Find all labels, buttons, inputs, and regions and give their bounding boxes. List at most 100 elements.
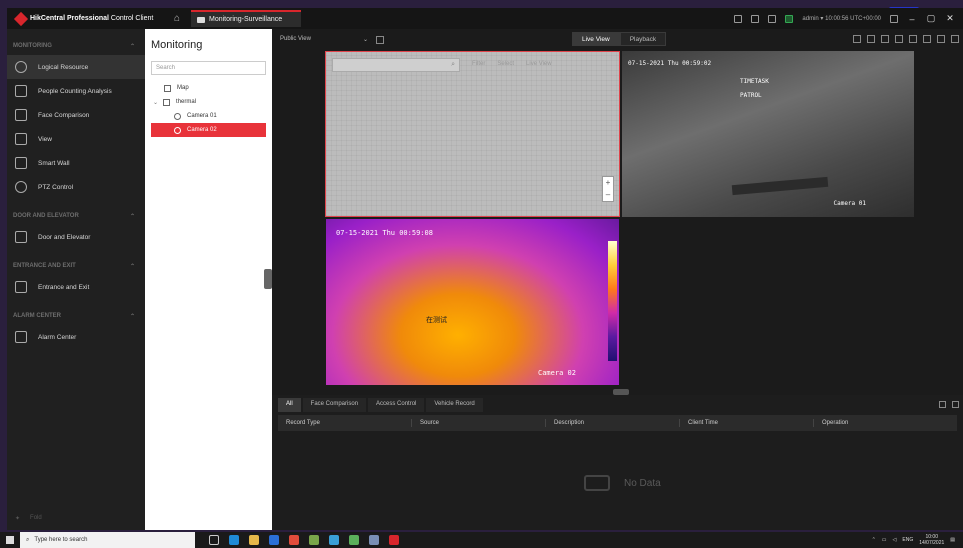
search-input[interactable]: Search (151, 61, 266, 75)
people-counting-icon (15, 85, 27, 97)
tab-monitoring-surveillance[interactable]: Monitoring-Surveillance (191, 10, 301, 27)
language-indicator[interactable]: ENG (902, 537, 913, 543)
camera-02-tile[interactable]: 07-15-2021 Thu 00:59:08 在测试 Camera 02 (326, 219, 619, 385)
bell-icon[interactable] (768, 14, 777, 23)
event-tab-face-comparison[interactable]: Face Comparison (302, 398, 367, 412)
notifications-icon[interactable]: ▤ (950, 537, 955, 543)
edge-icon[interactable] (229, 535, 239, 545)
column-client-time[interactable]: Client Time (680, 419, 814, 427)
column-description[interactable]: Description (546, 419, 680, 427)
layout-icon[interactable] (867, 35, 875, 43)
camera-02-timestamp: 07-15-2021 Thu 00:59:08 (336, 229, 433, 237)
nav-item-entrance-exit[interactable]: Entrance and Exit (7, 275, 145, 299)
chevron-up-icon: ⌃ (129, 313, 135, 320)
camera-02-overlay: 在测试 (426, 316, 447, 324)
sync-icon[interactable] (734, 14, 743, 23)
column-source[interactable]: Source (412, 419, 546, 427)
grid-icon[interactable] (923, 35, 931, 43)
nav-section-alarm-center[interactable]: ALARM CENTER ⌃ (7, 307, 145, 325)
maximize-button[interactable]: ▢ (926, 13, 936, 24)
nav-item-alarm-center[interactable]: Alarm Center (7, 325, 145, 349)
tree-item-thermal[interactable]: ⌄ thermal (145, 95, 272, 109)
pin-icon: ✦ (15, 516, 21, 522)
map-tile[interactable]: ⌕ Filter Select Live View + – (325, 51, 620, 217)
minimize-button[interactable]: – (907, 14, 917, 24)
settings-icon[interactable] (895, 35, 903, 43)
task-view-icon[interactable] (209, 535, 219, 545)
windows-taskbar: ⌕ Type here to search ⌃ ▭ ◁ ENG 10:00 14/0… (0, 532, 963, 548)
clock[interactable]: 10:00 14/07/2021 (919, 534, 944, 546)
event-tab-vehicle-record[interactable]: Vehicle Record (426, 398, 483, 412)
tab-live-view[interactable]: Live View (572, 32, 620, 46)
map-live-view-button[interactable]: Live View (526, 61, 552, 67)
edge-beta-icon[interactable] (329, 535, 339, 545)
nav-item-face-comparison[interactable]: Face Comparison (7, 103, 145, 127)
ie-icon[interactable] (269, 535, 279, 545)
status-icon[interactable] (785, 14, 794, 23)
network-icon[interactable]: ▭ (882, 537, 887, 543)
camera-01-name: Camera 01 (833, 200, 866, 207)
nav-item-smart-wall[interactable]: Smart Wall (7, 151, 145, 175)
nav-item-view[interactable]: View (7, 127, 145, 151)
home-icon[interactable]: ⌂ (171, 13, 183, 25)
download-icon[interactable] (751, 14, 760, 23)
media-icon[interactable] (309, 535, 319, 545)
panel-collapse-handle[interactable] (264, 269, 272, 289)
tree-item-camera-02[interactable]: Camera 02 (151, 123, 266, 137)
zoom-in-button[interactable]: + (603, 177, 613, 189)
barrier-icon (15, 281, 27, 293)
close-button[interactable]: ✕ (945, 13, 955, 24)
tab-playback[interactable]: Playback (619, 32, 667, 46)
view-toolbar: Public View ⌄ Live View Playback (272, 29, 963, 50)
map-select-button[interactable]: Select (497, 61, 514, 67)
file-explorer-icon[interactable] (249, 535, 259, 545)
nav-item-people-counting[interactable]: People Counting Analysis (7, 79, 145, 103)
nav-pin[interactable]: ✦ Fold (15, 515, 42, 522)
column-record-type[interactable]: Record Type (278, 419, 412, 427)
view-select[interactable]: Public View ⌄ (280, 36, 368, 43)
camera-01-tile[interactable]: 07-15-2021 Thu 00:59:02 TIMETASK PATROL … (622, 51, 914, 217)
tree-item-map[interactable]: Map (145, 81, 272, 95)
camera-icon (197, 16, 205, 23)
event-tabs: All Face Comparison Access Control Vehic… (272, 395, 963, 415)
nav-item-ptz-control[interactable]: PTZ Control (7, 175, 145, 199)
app-icon[interactable] (369, 535, 379, 545)
start-button[interactable] (0, 532, 20, 548)
fullscreen-icon[interactable] (937, 35, 945, 43)
split-icon[interactable] (909, 35, 917, 43)
lock-icon[interactable] (890, 14, 898, 23)
delete-icon[interactable] (952, 401, 959, 408)
event-tab-access-control[interactable]: Access Control (368, 398, 425, 412)
event-panel: All Face Comparison Access Control Vehic… (272, 395, 963, 530)
left-nav: MONITORING ⌃ Logical Resource People Coun… (7, 29, 145, 530)
temperature-color-bar (608, 241, 617, 361)
taskbar-search[interactable]: ⌕ Type here to search (20, 532, 195, 548)
tree-item-camera-01[interactable]: Camera 01 (145, 109, 272, 123)
volume-icon[interactable]: ◁ (893, 537, 897, 543)
view-mode-icon[interactable] (853, 35, 861, 43)
filter-icon[interactable] (939, 401, 946, 408)
column-operation[interactable]: Operation (814, 419, 954, 427)
hikcentral-taskbar-icon[interactable] (389, 535, 399, 545)
nav-item-door-elevator[interactable]: Door and Elevator (7, 225, 145, 249)
nav-section-door-elevator[interactable]: DOOR AND ELEVATOR ⌃ (7, 207, 145, 225)
zoom-out-button[interactable]: – (603, 189, 613, 201)
user-menu[interactable]: admin ▾ 10:00:56 UTC+00:00 (802, 15, 881, 22)
panel-title: Monitoring (151, 39, 203, 51)
system-tray: ⌃ ▭ ◁ ENG 10:00 14/07/2021 ▤ (872, 534, 963, 546)
map-filter-button[interactable]: Filter (472, 61, 485, 67)
meet-icon[interactable] (349, 535, 359, 545)
view-tools (853, 35, 959, 43)
event-tab-all[interactable]: All (278, 398, 301, 412)
window-icon[interactable] (881, 35, 889, 43)
save-view-icon[interactable] (376, 35, 384, 44)
chrome-icon[interactable] (289, 535, 299, 545)
ceiling-vent (731, 176, 829, 196)
tray-chevron-icon[interactable]: ⌃ (872, 537, 876, 543)
nav-item-logical-resource[interactable]: Logical Resource (7, 55, 145, 79)
search-icon: ⌕ (26, 536, 30, 543)
nav-section-entrance-exit[interactable]: ENTRANCE AND EXIT ⌃ (7, 257, 145, 275)
popout-icon[interactable] (951, 35, 959, 43)
nav-section-monitoring[interactable]: MONITORING ⌃ (7, 37, 145, 55)
map-search-input[interactable]: ⌕ (332, 58, 460, 72)
